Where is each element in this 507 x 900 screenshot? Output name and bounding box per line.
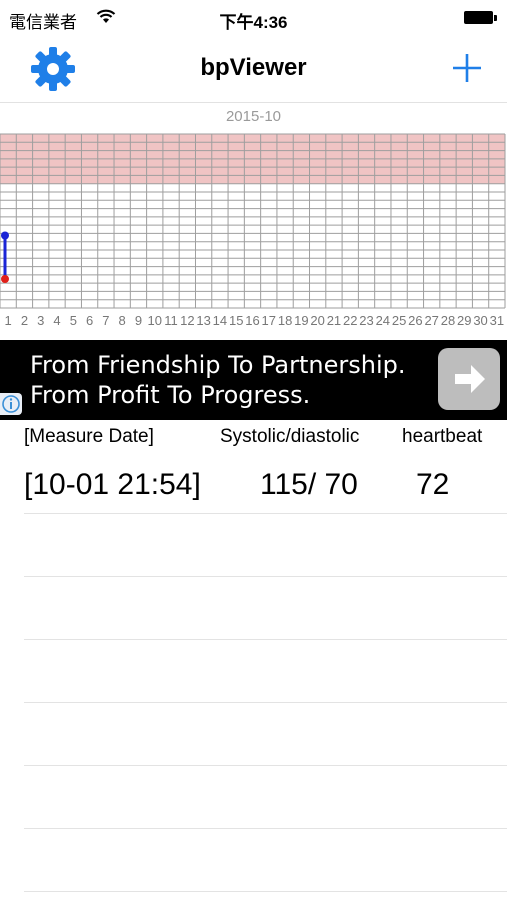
ad-text-line1: From Friendship To Partnership. bbox=[30, 351, 406, 379]
chart-tick-label: 6 bbox=[86, 313, 93, 328]
chart-tick-label: 26 bbox=[408, 313, 422, 328]
chart-tick-label: 14 bbox=[213, 313, 227, 328]
chart-tick-label: 27 bbox=[424, 313, 438, 328]
chart-point-diastolic bbox=[1, 275, 9, 283]
row-divider bbox=[24, 513, 507, 514]
row-divider bbox=[24, 891, 507, 892]
chart-tick-label: 30 bbox=[473, 313, 487, 328]
chart-tick-label: 2 bbox=[21, 313, 28, 328]
chart-tick-label: 23 bbox=[359, 313, 373, 328]
chart-tick-label: 24 bbox=[376, 313, 390, 328]
row-divider bbox=[24, 639, 507, 640]
chart-tick-label: 25 bbox=[392, 313, 406, 328]
header-systolic-diastolic: Systolic/diastolic bbox=[220, 426, 360, 447]
status-time: 下午4:36 bbox=[219, 13, 288, 32]
chart-tick-label: 20 bbox=[310, 313, 324, 328]
info-icon[interactable] bbox=[0, 393, 22, 415]
table-row[interactable]: [10-01 21:54] 115/ 70 72 bbox=[0, 456, 507, 519]
status-bar: 電信業者 下午4:36 bbox=[0, 0, 507, 38]
chart-tick-label: 29 bbox=[457, 313, 471, 328]
chart-tick-label: 13 bbox=[196, 313, 210, 328]
chart-tick-label: 4 bbox=[53, 313, 60, 328]
chart-tick-label: 8 bbox=[119, 313, 126, 328]
chart-tick-label: 16 bbox=[245, 313, 259, 328]
chart-point-systolic bbox=[1, 231, 9, 240]
chart-tick-label: 12 bbox=[180, 313, 194, 328]
row-divider bbox=[24, 576, 507, 577]
chart-tick-label: 31 bbox=[490, 313, 504, 328]
row-blood-pressure: 115/ 70 bbox=[260, 468, 358, 501]
row-date: [10-01 21:54] bbox=[24, 468, 201, 501]
chart-tick-label: 15 bbox=[229, 313, 243, 328]
chart-tick-label: 1 bbox=[5, 313, 12, 328]
header-heartbeat: heartbeat bbox=[402, 426, 483, 447]
chart-tick-label: 19 bbox=[294, 313, 308, 328]
row-divider bbox=[24, 765, 507, 766]
add-button[interactable] bbox=[449, 50, 485, 86]
chart-tick-label: 7 bbox=[102, 313, 109, 328]
bp-chart: 1 2 3 4 5 6 7 8 9 10 11 12 13 14 15 16 17 18 19 20 21 22 23 24 2… bbox=[0, 133, 506, 328]
chart-tick-label: 28 bbox=[441, 313, 455, 328]
arrow-right-icon bbox=[455, 365, 485, 393]
chart-tick-label: 5 bbox=[70, 313, 77, 328]
battery-icon bbox=[464, 11, 497, 25]
chart-tick-label: 10 bbox=[148, 313, 162, 328]
chart-tick-label: 3 bbox=[37, 313, 44, 328]
row-heartbeat: 72 bbox=[416, 468, 450, 501]
chart-tick-label: 21 bbox=[327, 313, 341, 328]
plus-icon bbox=[453, 54, 481, 82]
nav-bar: bpViewer bbox=[0, 38, 507, 103]
page-title: bpViewer bbox=[200, 54, 307, 81]
chart-month-label: 2015-10 bbox=[225, 108, 282, 125]
ad-banner[interactable]: From Friendship To Partnership. From Pro… bbox=[0, 340, 507, 420]
chart-tick-label: 9 bbox=[135, 313, 142, 328]
row-divider bbox=[24, 702, 507, 703]
chart-tick-label: 17 bbox=[262, 313, 276, 328]
row-divider bbox=[24, 828, 507, 829]
chart-tick-label: 11 bbox=[164, 313, 178, 328]
chart-tick-label: 18 bbox=[278, 313, 292, 328]
chart-tick-label: 22 bbox=[343, 313, 357, 328]
list-header: [Measure Date] Systolic/diastolic heartb… bbox=[0, 420, 507, 456]
ad-text-line2: From Profit To Progress. bbox=[30, 381, 311, 409]
ad-arrow-button[interactable] bbox=[438, 348, 500, 410]
header-measure-date: [Measure Date] bbox=[24, 426, 154, 447]
